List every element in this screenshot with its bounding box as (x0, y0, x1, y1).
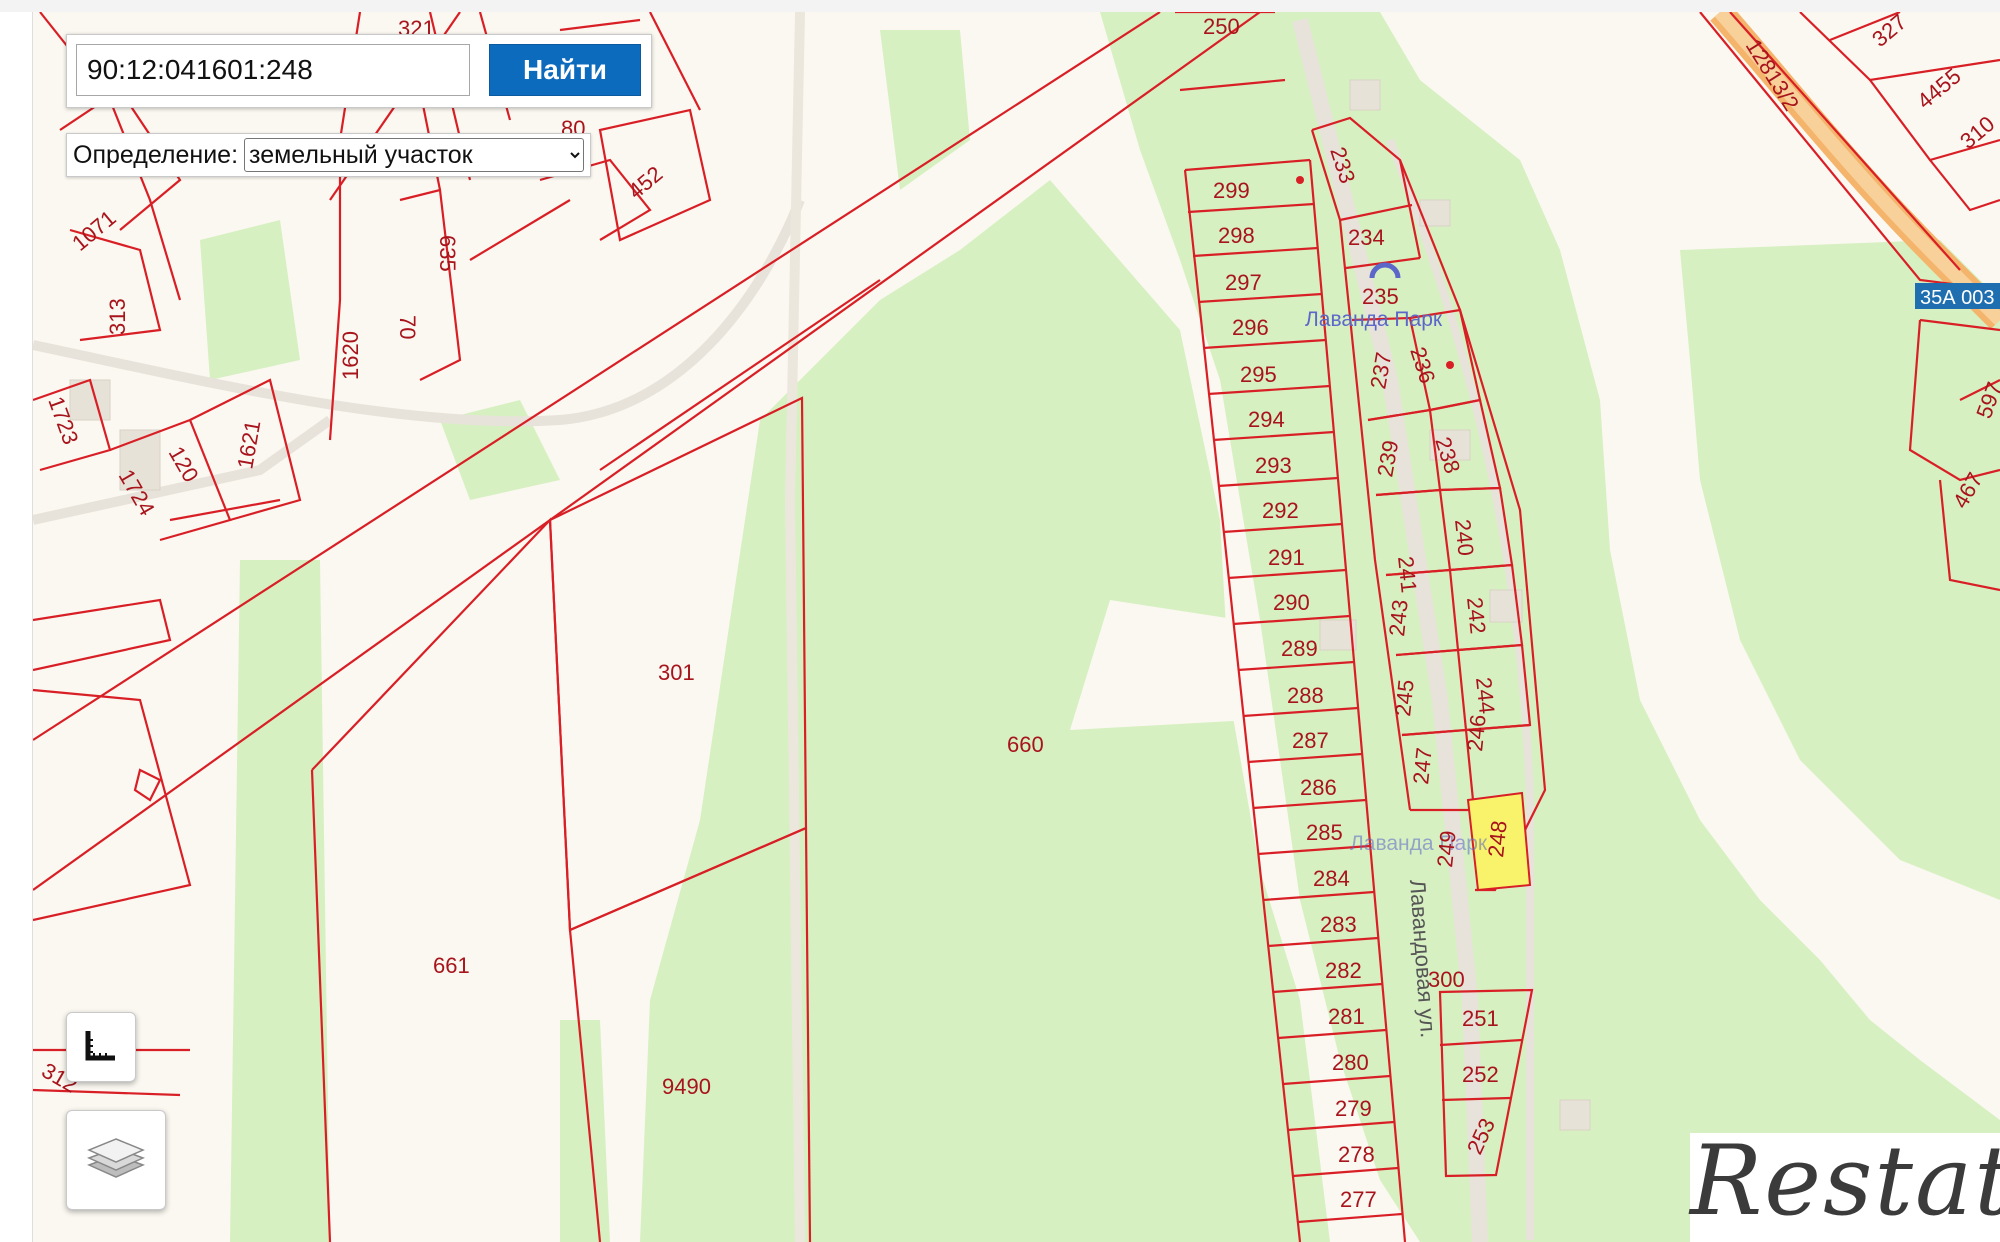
svg-text:235: 235 (1362, 284, 1399, 309)
definition-label: Определение: (73, 140, 239, 169)
svg-text:277: 277 (1340, 1187, 1377, 1212)
svg-text:234: 234 (1348, 225, 1385, 250)
svg-text:660: 660 (1007, 732, 1044, 757)
svg-text:243: 243 (1384, 598, 1413, 637)
svg-text:70: 70 (395, 315, 420, 339)
poi-label-lavanda-park: Лаванда Парк (1305, 308, 1443, 331)
watermark-text: Restate (1690, 1125, 2000, 1237)
svg-text:290: 290 (1273, 590, 1310, 615)
svg-text:252: 252 (1462, 1062, 1499, 1087)
svg-text:287: 287 (1292, 728, 1329, 753)
search-panel: Найти (66, 34, 652, 108)
svg-text:249: 249 (1432, 829, 1461, 868)
svg-text:284: 284 (1313, 866, 1350, 891)
svg-text:661: 661 (433, 953, 470, 978)
svg-text:298: 298 (1218, 223, 1255, 248)
svg-text:300: 300 (1428, 967, 1465, 992)
svg-text:250: 250 (1203, 14, 1240, 39)
svg-text:35А 003: 35А 003 (1920, 287, 1995, 309)
svg-text:241: 241 (1393, 555, 1422, 594)
svg-text:296: 296 (1232, 315, 1269, 340)
svg-text:288: 288 (1287, 683, 1324, 708)
svg-text:313: 313 (105, 298, 130, 335)
layers-icon (85, 1133, 147, 1188)
svg-text:246: 246 (1462, 713, 1491, 752)
svg-text:280: 280 (1332, 1050, 1369, 1075)
svg-text:635: 635 (435, 235, 460, 272)
svg-text:285: 285 (1306, 820, 1343, 845)
svg-text:289: 289 (1281, 636, 1318, 661)
road-shield: 35А 003 (1915, 283, 2000, 309)
svg-text:283: 283 (1320, 912, 1357, 937)
svg-text:248: 248 (1483, 819, 1512, 858)
definition-panel: Определение: земельный участок (66, 133, 592, 177)
svg-text:293: 293 (1255, 453, 1292, 478)
cadastral-number-input[interactable] (76, 44, 470, 96)
svg-text:297: 297 (1225, 270, 1262, 295)
svg-text:279: 279 (1335, 1096, 1372, 1121)
svg-text:286: 286 (1300, 775, 1337, 800)
svg-text:301: 301 (658, 660, 695, 685)
svg-text:1620: 1620 (338, 331, 363, 380)
svg-text:295: 295 (1240, 362, 1277, 387)
svg-text:278: 278 (1338, 1142, 1375, 1167)
map-canvas[interactable]: Лаванда Парк Лаванда Парк Лавандовая ул.… (33, 12, 2000, 1242)
svg-text:240: 240 (1450, 518, 1479, 557)
definition-select[interactable]: земельный участок (244, 138, 585, 172)
svg-text:299: 299 (1213, 178, 1250, 203)
restate-watermark: Restate (1690, 1125, 2000, 1242)
ruler-icon (84, 1028, 118, 1067)
svg-text:292: 292 (1262, 498, 1299, 523)
svg-text:9490: 9490 (662, 1074, 711, 1099)
svg-text:294: 294 (1248, 407, 1285, 432)
svg-text:291: 291 (1268, 545, 1305, 570)
svg-text:245: 245 (1390, 678, 1419, 717)
find-button[interactable]: Найти (489, 44, 641, 96)
svg-text:282: 282 (1325, 958, 1362, 983)
svg-text:247: 247 (1408, 746, 1437, 785)
svg-text:281: 281 (1328, 1004, 1365, 1029)
svg-text:251: 251 (1462, 1006, 1499, 1031)
left-gutter (0, 12, 33, 1242)
layers-button[interactable] (66, 1110, 166, 1210)
svg-text:244: 244 (1471, 676, 1500, 715)
poi-label-lavanda-park-2: Лаванда Парк (1350, 832, 1488, 855)
svg-text:242: 242 (1462, 596, 1491, 635)
measure-button[interactable] (66, 1012, 136, 1082)
